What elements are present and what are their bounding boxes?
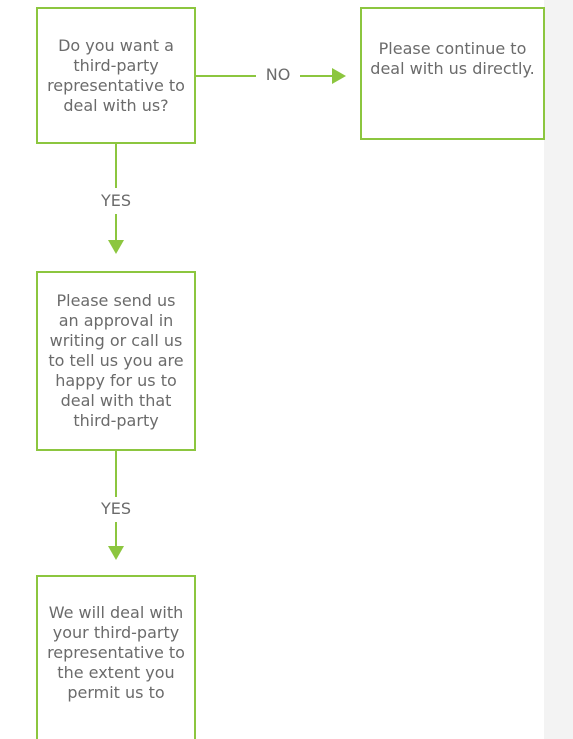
- yes-arrow-head-1: [108, 240, 124, 254]
- question-text: Do you want a third-party representative…: [47, 35, 185, 115]
- continue-directly-text: Please continue to deal with us directly…: [370, 39, 535, 78]
- yes-connector-1-line-bottom: [115, 214, 117, 242]
- no-label: NO: [258, 65, 298, 85]
- yes-connector-2-line-bottom: [115, 522, 117, 548]
- yes-label-2: YES: [86, 499, 146, 519]
- yes-connector-1-line-top: [115, 144, 117, 188]
- side-panel-background: [544, 0, 573, 739]
- no-arrow-head: [332, 68, 346, 84]
- approval-box: Please send us an approval in writing or…: [36, 271, 196, 451]
- no-connector-line-left: [196, 75, 256, 77]
- result-box: We will deal with your third-party repre…: [36, 575, 196, 739]
- no-connector-line-right: [300, 75, 334, 77]
- approval-text: Please send us an approval in writing or…: [48, 291, 184, 430]
- result-text: We will deal with your third-party repre…: [47, 603, 185, 702]
- yes-label-1: YES: [86, 191, 146, 211]
- yes-connector-2-line-top: [115, 451, 117, 497]
- continue-directly-box: Please continue to deal with us directly…: [360, 7, 545, 140]
- question-box: Do you want a third-party representative…: [36, 7, 196, 144]
- yes-arrow-head-2: [108, 546, 124, 560]
